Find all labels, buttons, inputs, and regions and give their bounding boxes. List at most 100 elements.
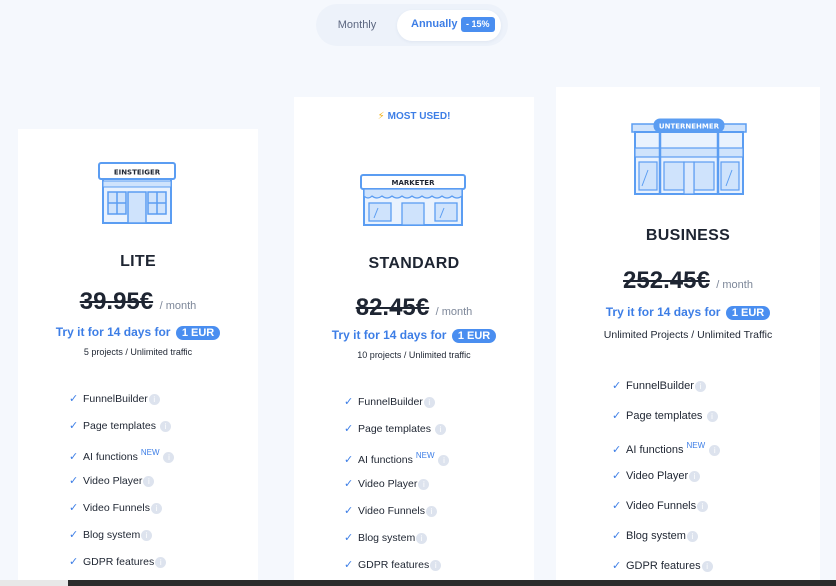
feature-label: GDPR features bbox=[626, 560, 701, 572]
feature-label: AI functions bbox=[626, 444, 684, 456]
feature-item: ✓ Blog system i bbox=[69, 528, 174, 555]
plan-limits: Unlimited Projects / Unlimited Traffic bbox=[603, 329, 773, 341]
feature-item: ✓ AI functions NEW i bbox=[69, 446, 175, 473]
annually-option[interactable]: Annually - 15% bbox=[397, 10, 501, 41]
info-icon[interactable]: i bbox=[689, 471, 701, 482]
feature-item: ✓ Page templates i bbox=[612, 409, 720, 439]
feature-list: ✓ FunnelBuilder i ✓ Page templates i ✓ AI fu… bbox=[344, 395, 450, 585]
feature-item: ✓ AI functions NEW i bbox=[344, 449, 450, 476]
plan-limits: 10 projects / Unlimited traffic bbox=[357, 350, 471, 360]
trial-price-badge: 1 EUR bbox=[451, 329, 497, 343]
info-icon[interactable]: i bbox=[155, 557, 167, 569]
feature-label: Blog system bbox=[358, 531, 416, 544]
info-icon[interactable]: i bbox=[416, 532, 428, 544]
plan-name: BUSINESS bbox=[645, 227, 731, 244]
check-icon: ✓ bbox=[69, 501, 79, 514]
check-icon: ✓ bbox=[612, 470, 622, 482]
annually-label: Annually bbox=[411, 18, 458, 30]
feature-label: Blog system bbox=[626, 530, 686, 542]
check-icon: ✓ bbox=[344, 423, 354, 436]
feature-item: ✓ Video Funnels i bbox=[69, 501, 174, 528]
feature-label: AI functions bbox=[358, 454, 413, 467]
taskbar bbox=[0, 580, 836, 586]
feature-item: ✓ Video Funnels i bbox=[612, 499, 720, 529]
price: 39.95€ bbox=[79, 288, 154, 315]
price-row: 39.95€ / month bbox=[18, 288, 258, 316]
check-icon: ✓ bbox=[344, 477, 354, 490]
discount-badge: - 15% bbox=[461, 17, 495, 32]
feature-label: Video Funnels bbox=[83, 501, 150, 514]
info-icon[interactable]: i bbox=[686, 531, 698, 542]
plan-card-standard: ⚡ MOST USED! MARKETER STANDARD 82.45€ / m… bbox=[294, 97, 534, 586]
info-icon[interactable]: i bbox=[438, 455, 450, 467]
info-icon[interactable]: i bbox=[697, 501, 709, 512]
info-icon[interactable]: i bbox=[430, 560, 442, 572]
info-icon[interactable]: i bbox=[148, 394, 160, 405]
feature-item: ✓ GDPR features i bbox=[69, 555, 174, 582]
feature-item: ✓ Video Player i bbox=[612, 469, 720, 499]
feature-item: ✓ FunnelBuilder i bbox=[344, 395, 449, 422]
new-badge: NEW bbox=[140, 448, 160, 458]
trial-offer: Try it for 14 days for 1 EUR bbox=[294, 328, 534, 343]
check-icon: ✓ bbox=[344, 454, 354, 467]
check-icon: ✓ bbox=[612, 444, 622, 456]
billing-toggle[interactable]: Monthly Annually - 15% bbox=[316, 4, 508, 46]
check-icon: ✓ bbox=[612, 410, 622, 422]
feature-label: FunnelBuilder bbox=[83, 393, 148, 405]
trial-text: Try it for 14 days for bbox=[55, 325, 171, 339]
info-icon[interactable]: i bbox=[694, 381, 706, 392]
monthly-option[interactable]: Monthly bbox=[316, 4, 398, 46]
check-icon: ✓ bbox=[69, 528, 79, 541]
check-icon: ✓ bbox=[612, 380, 622, 392]
price-period: / month bbox=[159, 300, 197, 312]
info-icon[interactable]: i bbox=[425, 505, 437, 517]
feature-label: Blog system bbox=[83, 528, 141, 541]
feature-item: ✓ Video Player i bbox=[344, 477, 449, 504]
feature-label: GDPR features bbox=[358, 559, 430, 572]
info-icon[interactable]: i bbox=[159, 421, 171, 433]
info-icon[interactable]: i bbox=[423, 397, 435, 408]
plan-name: LITE bbox=[120, 253, 156, 270]
trial-price-badge: 1 EUR bbox=[175, 326, 221, 340]
most-used-label: MOST USED! bbox=[387, 111, 451, 122]
feature-item: ✓ Blog system i bbox=[612, 529, 720, 559]
info-icon[interactable]: i bbox=[701, 561, 713, 572]
feature-item: ✓ Page templates i bbox=[344, 422, 449, 449]
plan-limits: 5 projects / Unlimited traffic bbox=[83, 347, 193, 357]
info-icon[interactable]: i bbox=[434, 424, 446, 436]
check-icon: ✓ bbox=[612, 530, 622, 542]
info-icon[interactable]: i bbox=[418, 478, 430, 490]
feature-label: Page templates bbox=[626, 410, 703, 422]
check-icon: ✓ bbox=[69, 420, 79, 433]
feature-item: ✓ Page templates i bbox=[69, 419, 174, 446]
trial-offer: Try it for 14 days for 1 EUR bbox=[556, 305, 820, 320]
check-icon: ✓ bbox=[612, 560, 622, 572]
store-sign-text: EINSTEIGER bbox=[114, 169, 161, 177]
check-icon: ✓ bbox=[69, 393, 79, 405]
price-row: 82.45€ / month bbox=[294, 294, 534, 322]
info-icon[interactable]: i bbox=[709, 445, 721, 456]
store-sign-text: UNTERNEHMER bbox=[659, 123, 720, 131]
feature-list: ✓ FunnelBuilder i ✓ Page templates i ✓ AI fu… bbox=[612, 379, 721, 586]
feature-label: GDPR features bbox=[83, 556, 155, 569]
check-icon: ✓ bbox=[69, 556, 79, 569]
feature-item: ✓ Blog system i bbox=[344, 531, 449, 558]
check-icon: ✓ bbox=[344, 504, 354, 517]
info-icon[interactable]: i bbox=[141, 529, 153, 541]
feature-label: FunnelBuilder bbox=[626, 380, 694, 392]
info-icon[interactable]: i bbox=[706, 411, 718, 422]
price: 82.45€ bbox=[355, 294, 430, 321]
store-sign-text: MARKETER bbox=[392, 179, 436, 187]
feature-label: Video Funnels bbox=[626, 500, 697, 512]
feature-item: ✓ FunnelBuilder i bbox=[69, 392, 174, 419]
feature-label: Video Player bbox=[626, 470, 689, 482]
info-icon[interactable]: i bbox=[143, 475, 155, 487]
info-icon[interactable]: i bbox=[150, 502, 162, 514]
feature-list: ✓ FunnelBuilder i ✓ Page templates i ✓ AI fu… bbox=[69, 392, 175, 582]
feature-label: Page templates bbox=[83, 420, 156, 433]
taskbar-start-area[interactable] bbox=[0, 580, 68, 586]
check-icon: ✓ bbox=[344, 559, 354, 572]
info-icon[interactable]: i bbox=[163, 452, 175, 464]
price: 252.45€ bbox=[623, 267, 710, 294]
check-icon: ✓ bbox=[69, 451, 79, 464]
